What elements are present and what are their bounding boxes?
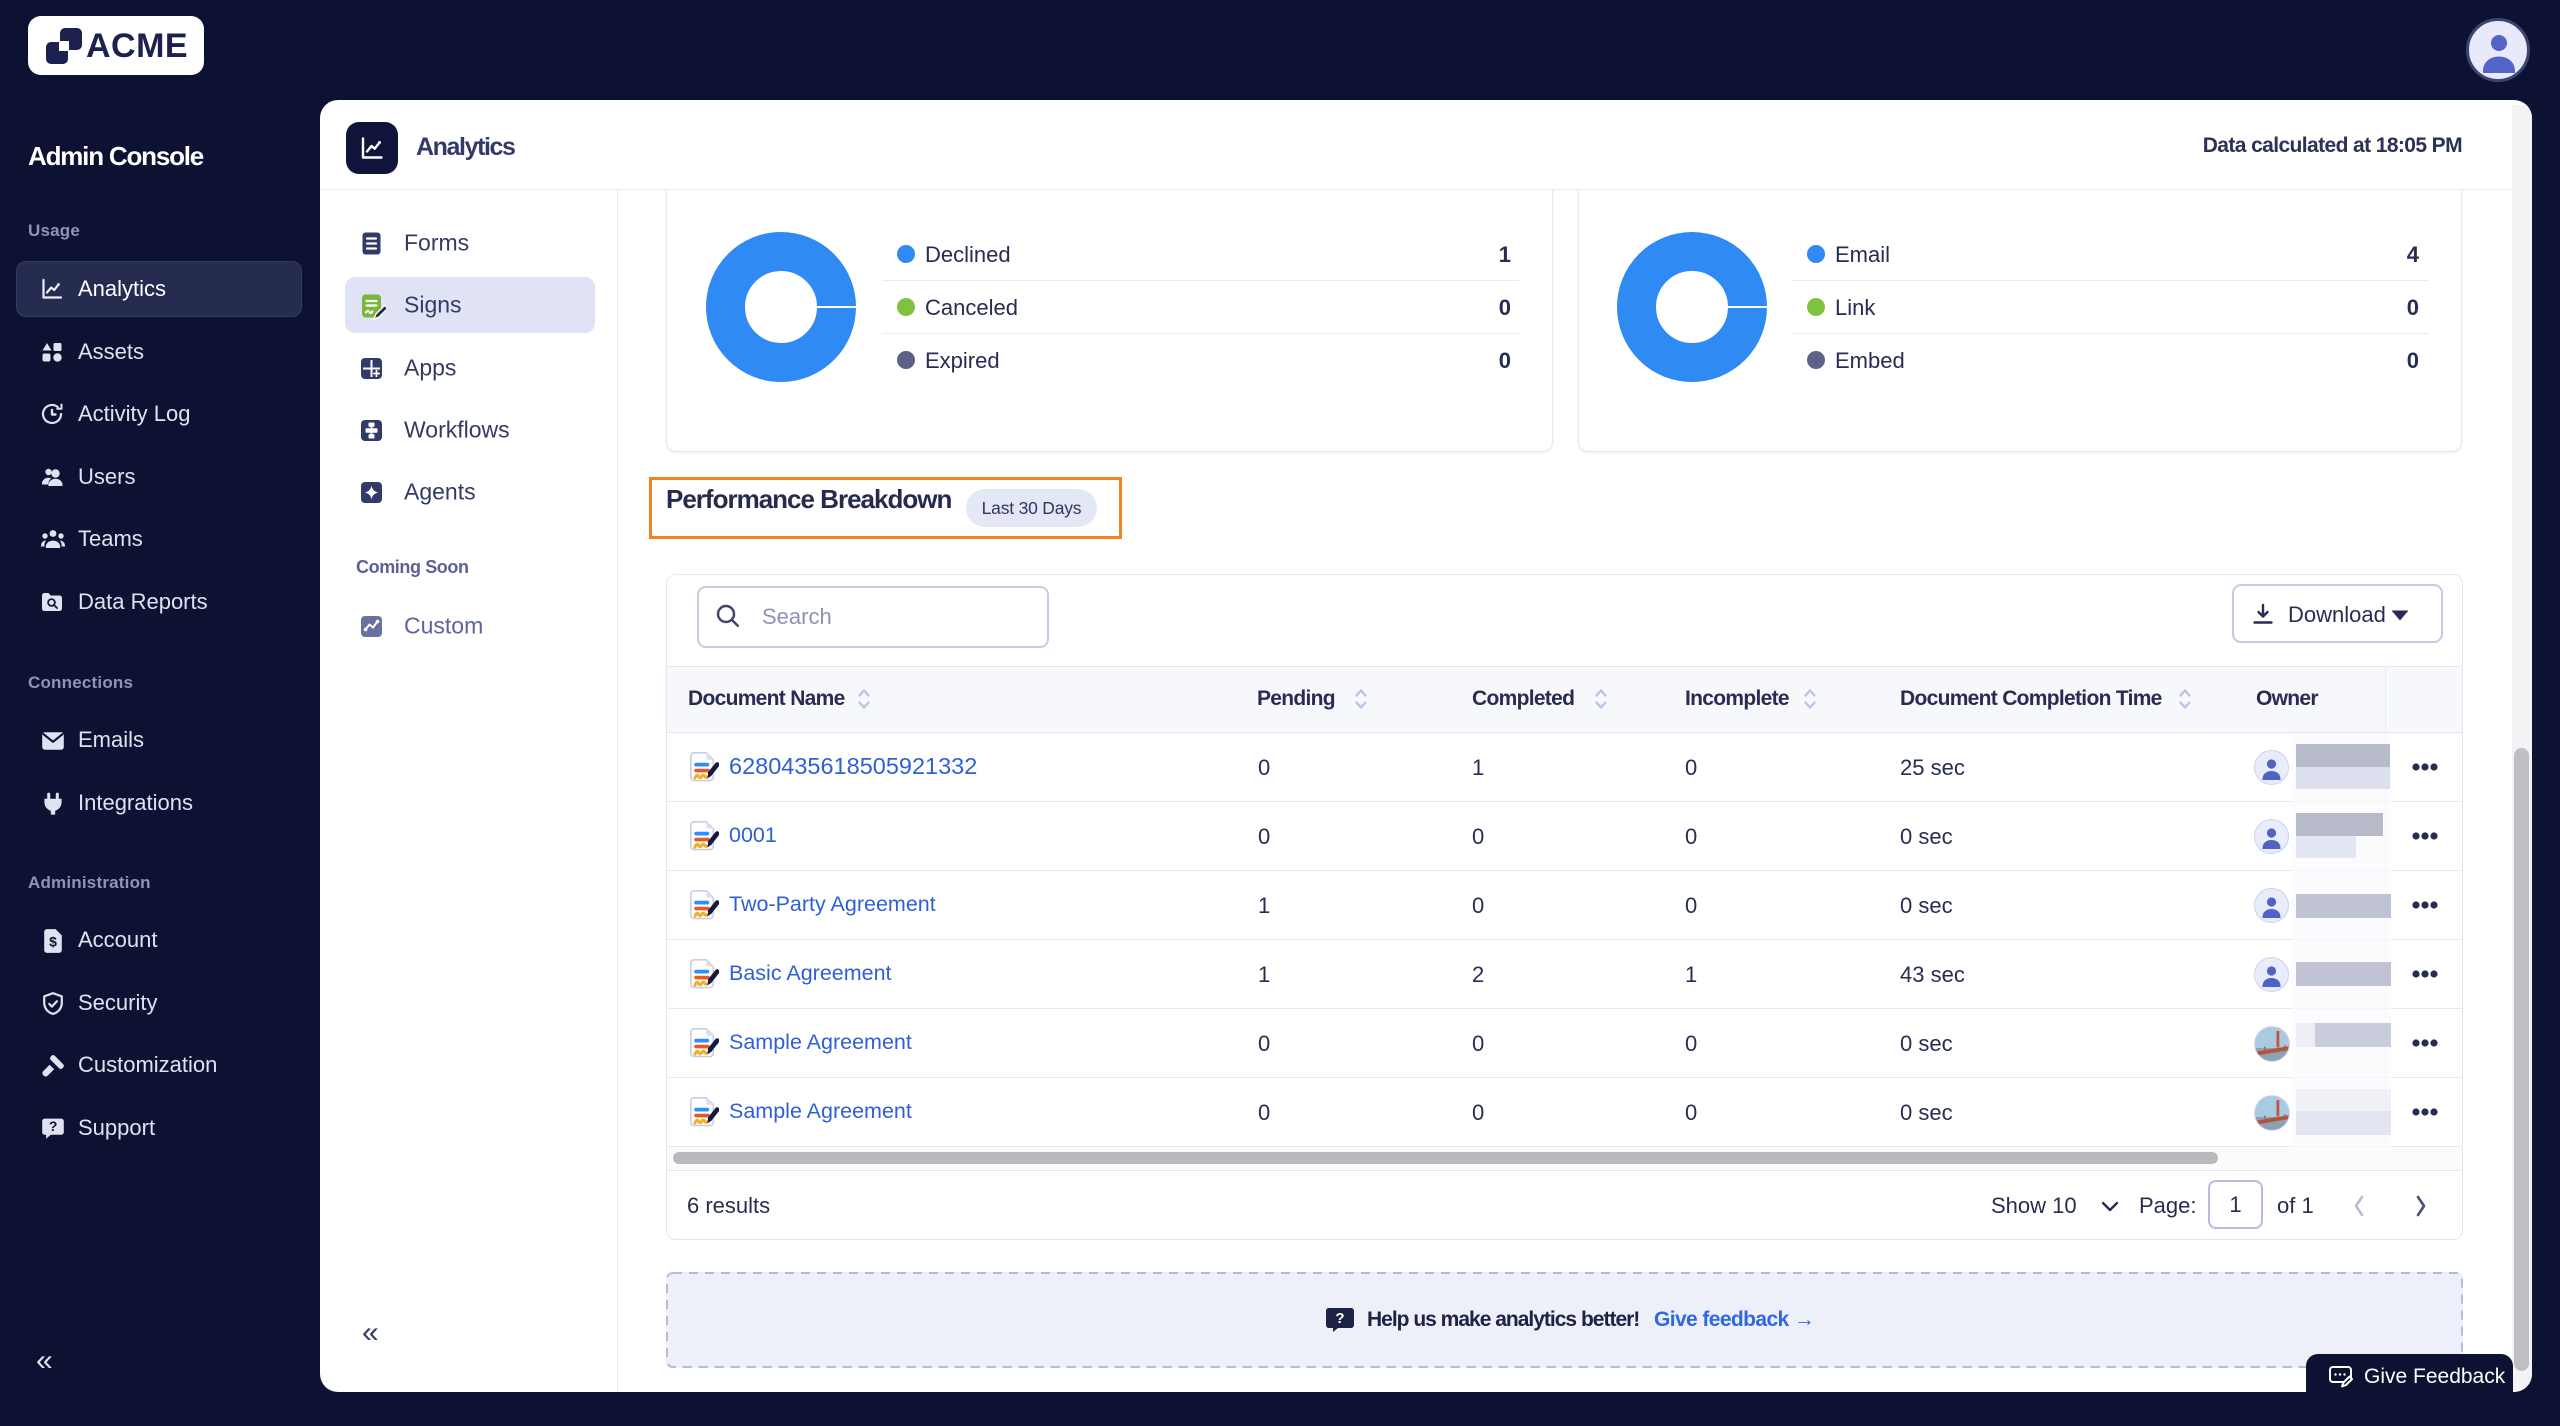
svg-text:$: $ [49,933,57,949]
svg-text:?: ? [1335,1310,1344,1327]
svg-text:?: ? [49,1118,58,1134]
